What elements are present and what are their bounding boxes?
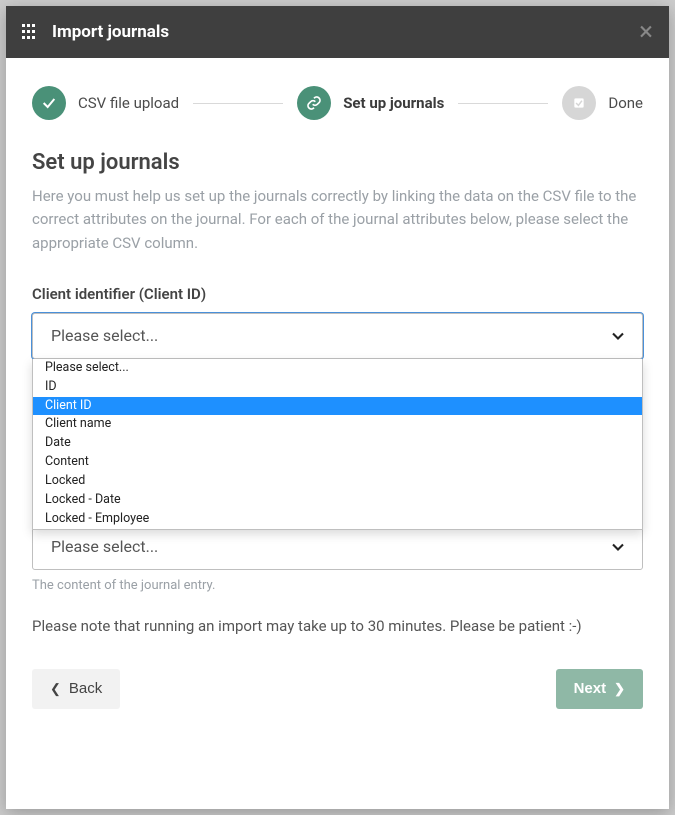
stepper: CSV file upload Set up journals Done — [32, 86, 643, 120]
button-label: Back — [69, 680, 102, 697]
check-icon — [32, 86, 66, 120]
chevron-left-icon: ❮ — [50, 681, 61, 697]
footer: ❮ Back Next ❯ — [32, 669, 643, 709]
stepper-connector — [193, 103, 283, 104]
step-csv-upload: CSV file upload — [32, 86, 179, 120]
dropdown-option[interactable]: Locked — [33, 472, 642, 491]
step-label: CSV file upload — [78, 94, 179, 112]
step-done: Done — [562, 86, 643, 120]
modal-title: Import journals — [52, 22, 639, 42]
close-icon[interactable]: × — [639, 19, 653, 45]
checkbox-icon — [562, 86, 596, 120]
journal-content-select[interactable]: Please select... — [32, 524, 643, 570]
modal-body: CSV file upload Set up journals Done Set… — [6, 58, 669, 729]
import-journals-modal: Import journals × CSV file upload Set up… — [6, 6, 669, 809]
modal-header: Import journals × — [6, 6, 669, 58]
client-id-select[interactable]: Please select... — [32, 313, 643, 359]
select-value: Please select... — [51, 537, 158, 556]
dropdown-option[interactable]: Content — [33, 453, 642, 472]
link-icon — [297, 86, 331, 120]
chevron-down-icon — [608, 326, 628, 346]
dropdown-option[interactable]: Please select... — [33, 359, 642, 378]
field-client-identifier: Client identifier (Client ID) Please sel… — [32, 285, 643, 359]
select-value: Please select... — [51, 326, 158, 345]
stepper-connector — [458, 103, 548, 104]
client-id-dropdown: Please select...IDClient IDClient nameDa… — [32, 359, 643, 530]
field-label: Client identifier (Client ID) — [32, 285, 643, 303]
dropdown-option[interactable]: Locked - Date — [33, 491, 642, 510]
page-title: Set up journals — [32, 150, 643, 175]
import-note: Please note that running an import may t… — [32, 617, 643, 635]
page-description: Here you must help us set up the journal… — [32, 185, 643, 255]
chevron-down-icon — [608, 537, 628, 557]
step-label: Done — [608, 94, 643, 112]
dropdown-option[interactable]: Client ID — [33, 397, 642, 416]
dropdown-option[interactable]: Locked - Employee — [33, 510, 642, 529]
next-button[interactable]: Next ❯ — [556, 669, 643, 709]
dropdown-option[interactable]: ID — [33, 378, 642, 397]
chevron-right-icon: ❯ — [614, 681, 625, 697]
back-button[interactable]: ❮ Back — [32, 669, 120, 709]
field-helper: The content of the journal entry. — [32, 578, 643, 593]
dropdown-option[interactable]: Client name — [33, 415, 642, 434]
step-setup-journals: Set up journals — [297, 86, 444, 120]
drag-handle-icon[interactable] — [22, 24, 38, 40]
button-label: Next — [574, 680, 607, 697]
dropdown-option[interactable]: Date — [33, 434, 642, 453]
step-label: Set up journals — [343, 94, 444, 112]
